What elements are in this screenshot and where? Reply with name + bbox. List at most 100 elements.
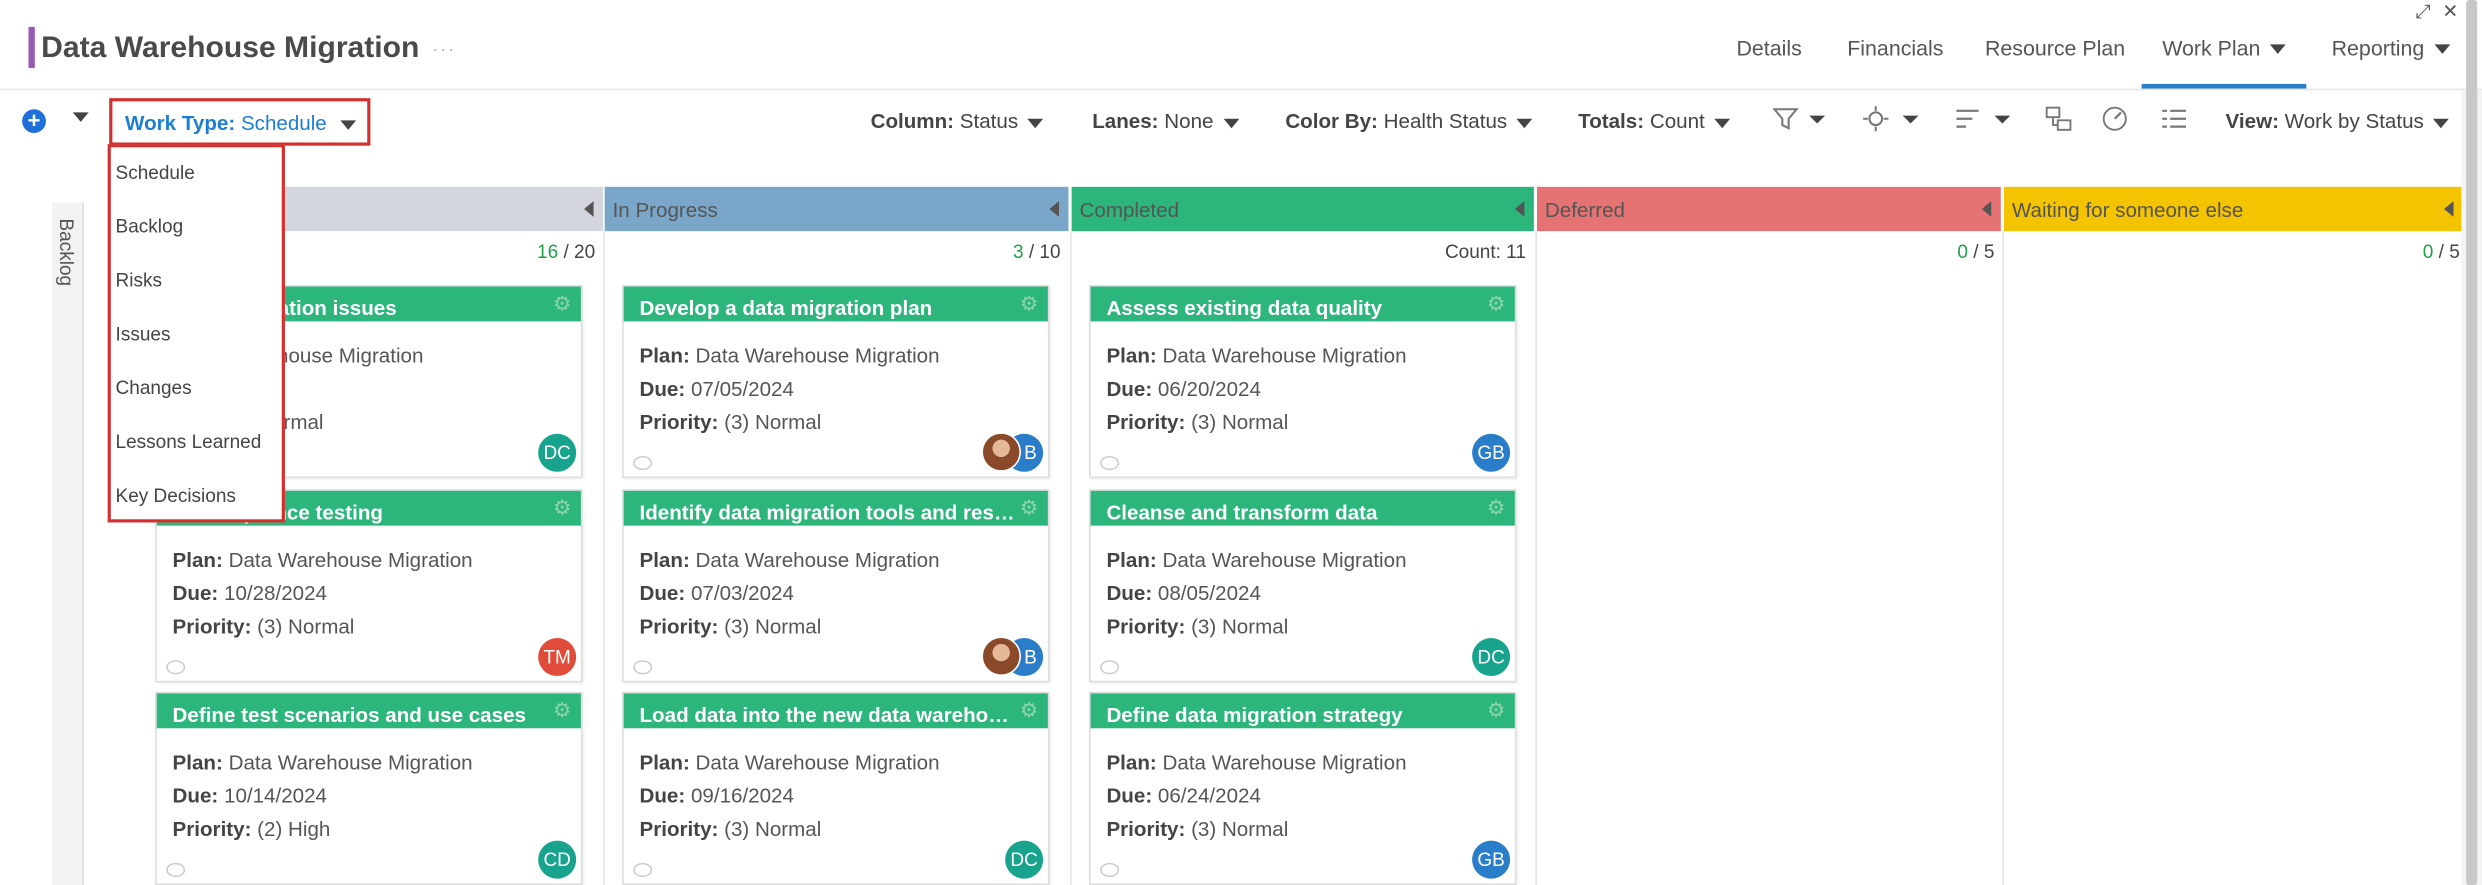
card-title[interactable]: Load data into the new data warehouse [639, 703, 1016, 727]
color-by-selector[interactable]: Color By: Health Status [1285, 109, 1533, 133]
task-card[interactable]: Cleanse and transform data ⚙ Plan: Data W… [1089, 489, 1517, 683]
work-type-selector[interactable]: Work Type: Schedule [109, 98, 371, 146]
tab-financials[interactable]: Financials [1847, 36, 1943, 60]
gear-icon[interactable]: ⚙ [1020, 496, 1038, 521]
collapse-icon[interactable] [2443, 201, 2454, 217]
user-photo-avatar[interactable] [981, 636, 1021, 677]
list-settings-icon[interactable] [2161, 106, 2188, 138]
avatar[interactable]: CD [538, 840, 577, 879]
card-plan: Plan: Data Warehouse Migration [639, 750, 939, 774]
column-divider [1070, 231, 1072, 885]
gear-icon[interactable]: ⚙ [1020, 291, 1038, 316]
gear-icon[interactable]: ⚙ [1020, 698, 1038, 723]
filter-icon[interactable] [1772, 106, 1827, 138]
card-title[interactable]: Cleanse and transform data [1106, 500, 1483, 524]
collapse-icon[interactable] [1514, 201, 1525, 217]
sort-icon[interactable] [1955, 106, 2012, 138]
chevron-down-icon [2433, 118, 2450, 128]
avatar[interactable]: DC [1472, 638, 1511, 677]
card-title[interactable]: Develop a data migration plan [639, 296, 1016, 320]
plan-label: Plan: [172, 750, 223, 775]
avatar[interactable]: GB [1472, 840, 1511, 879]
plan-label: Plan: [1106, 750, 1157, 775]
swimlane-icon[interactable] [2045, 106, 2073, 138]
move-icon[interactable] [1863, 106, 1920, 138]
column-header-waiting[interactable]: Waiting for someone else [2003, 186, 2463, 232]
title-more-icon[interactable]: ··· [432, 38, 456, 60]
column-header-in-progress[interactable]: In Progress [604, 186, 1069, 232]
gear-icon[interactable]: ⚙ [1487, 496, 1505, 521]
chevron-down-icon [2433, 45, 2450, 55]
user-photo-avatar[interactable] [981, 432, 1021, 472]
column-header-deferred[interactable]: Deferred [1536, 186, 2001, 232]
collapse-icon[interactable] [584, 201, 594, 217]
column-value: Status [959, 109, 1019, 133]
menu-item-key-decisions[interactable]: Key Decisions [116, 484, 236, 506]
task-card[interactable]: Load data into the new data warehouse ⚙ P… [622, 691, 1050, 885]
card-priority: Priority: (3) Normal [1106, 614, 1288, 638]
count-done: 16 [537, 240, 559, 263]
task-card[interactable]: Define test scenarios and use cases ⚙ Pla… [155, 691, 583, 885]
avatar[interactable]: DC [1005, 840, 1044, 879]
chevron-down-icon [341, 119, 357, 130]
due-value: 07/03/2024 [690, 581, 794, 605]
expand-icon[interactable]: ⤢ [2416, 0, 2431, 24]
comment-icon[interactable] [633, 862, 653, 878]
plan-label: Plan: [639, 547, 690, 572]
column-divider [2002, 231, 2004, 885]
totals-selector[interactable]: Totals: Count [1578, 109, 1731, 133]
avatar[interactable]: DC [538, 433, 577, 472]
gear-icon[interactable]: ⚙ [553, 496, 571, 521]
column-count: 16 / 20 [475, 241, 595, 263]
close-icon[interactable]: ✕ [2442, 0, 2458, 22]
column-selector[interactable]: Column: Status [871, 109, 1044, 133]
menu-item-schedule[interactable]: Schedule [116, 161, 195, 183]
due-label: Due: [172, 581, 219, 605]
collapse-icon[interactable] [1981, 201, 1992, 217]
add-menu-chevron-icon[interactable] [72, 112, 89, 122]
card-title[interactable]: Assess existing data quality [1106, 296, 1483, 320]
tab-details[interactable]: Details [1736, 36, 1801, 60]
gear-icon[interactable]: ⚙ [1487, 291, 1505, 316]
menu-item-issues[interactable]: Issues [116, 323, 171, 345]
comment-icon[interactable] [633, 455, 653, 471]
priority-label: Priority: [1106, 816, 1186, 841]
card-title[interactable]: Identify data migration tools and resour… [639, 500, 1016, 524]
comment-icon[interactable] [1100, 660, 1120, 675]
task-card[interactable]: Define data migration strategy ⚙ Plan: Da… [1089, 691, 1517, 885]
gauge-icon[interactable] [2102, 106, 2129, 138]
comment-icon[interactable] [1100, 455, 1120, 471]
menu-item-lessons-learned[interactable]: Lessons Learned [116, 431, 262, 453]
task-card[interactable]: Develop a data migration plan ⚙ Plan: Dat… [622, 284, 1050, 479]
tab-work-plan[interactable]: Work Plan [2162, 36, 2286, 60]
gear-icon[interactable]: ⚙ [553, 291, 571, 316]
task-card[interactable]: Identify data migration tools and resour… [622, 489, 1050, 683]
comment-icon[interactable] [633, 660, 653, 675]
view-selector[interactable]: View: Work by Status [2226, 109, 2450, 133]
menu-item-risks[interactable]: Risks [116, 269, 162, 291]
priority-label: Priority: [172, 816, 252, 841]
page-title: Data Warehouse Migration [41, 31, 420, 65]
column-header-completed[interactable]: Completed [1071, 186, 1534, 232]
lanes-selector[interactable]: Lanes: None [1092, 109, 1239, 133]
gear-icon[interactable]: ⚙ [553, 698, 571, 723]
tab-resource-plan[interactable]: Resource Plan [1985, 36, 2125, 60]
backlog-panel[interactable] [52, 202, 84, 885]
task-card[interactable]: Assess existing data quality ⚙ Plan: Data… [1089, 284, 1517, 479]
comment-icon[interactable] [166, 862, 186, 878]
tab-reporting[interactable]: Reporting [2332, 36, 2450, 60]
collapse-icon[interactable] [1049, 201, 1059, 217]
count-slash: / [1023, 240, 1040, 263]
menu-item-changes[interactable]: Changes [116, 377, 192, 399]
add-icon[interactable]: + [22, 108, 46, 133]
comment-icon[interactable] [166, 660, 186, 675]
comment-icon[interactable] [1100, 862, 1120, 878]
priority-label: Priority: [1106, 614, 1186, 639]
scrollbar-thumb[interactable] [2466, 0, 2478, 885]
card-title[interactable]: Define test scenarios and use cases [173, 703, 550, 727]
gear-icon[interactable]: ⚙ [1487, 698, 1505, 723]
avatar[interactable]: TM [538, 638, 577, 677]
card-title[interactable]: Define data migration strategy [1106, 703, 1483, 727]
avatar[interactable]: GB [1472, 433, 1511, 472]
menu-item-backlog[interactable]: Backlog [116, 215, 184, 237]
